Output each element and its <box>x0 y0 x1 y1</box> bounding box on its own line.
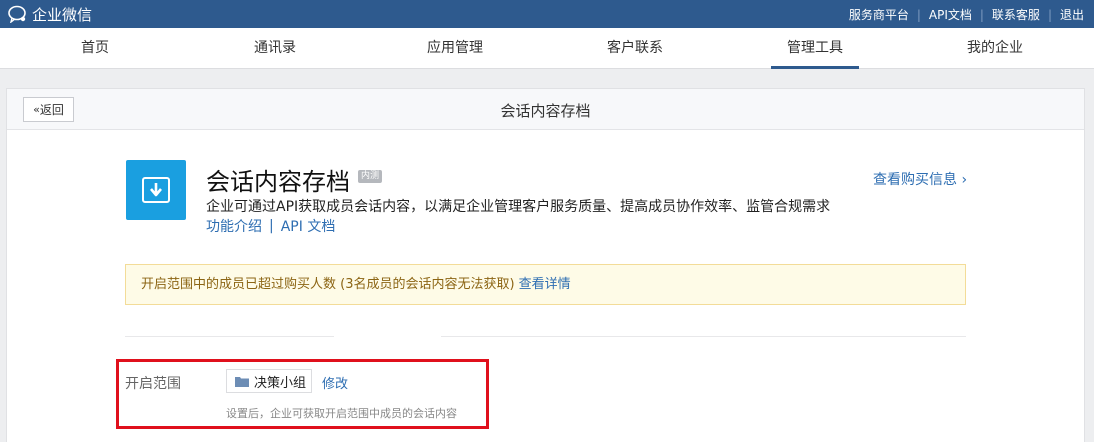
feature-intro-link[interactable]: 功能介绍 <box>206 216 262 236</box>
chevron-right-icon: › <box>961 172 968 188</box>
tab-home[interactable]: 首页 <box>51 28 139 69</box>
tab-contacts[interactable]: 通讯录 <box>231 28 319 69</box>
divider <box>125 336 334 337</box>
main-nav: 首页 通讯录 应用管理 客户联系 管理工具 我的企业 <box>0 28 1094 69</box>
tab-my-enterprise[interactable]: 我的企业 <box>951 28 1039 69</box>
app-description: 企业可通过API获取成员会话内容，以满足企业管理客户服务质量、提高成员协作效率、… <box>206 199 831 215</box>
wecom-logo-icon <box>8 5 26 23</box>
view-details-link[interactable]: 查看详情 <box>519 277 571 292</box>
warning-notice: 开启范围中的成员已超过购买人数 (3名成员的会话内容无法获取) 查看详情 <box>125 264 966 305</box>
brand[interactable]: 企业微信 <box>8 4 92 24</box>
purchase-info-label: 查看购买信息 <box>873 172 957 188</box>
logout-link[interactable]: 退出 <box>1060 6 1084 23</box>
beta-badge: 内测 <box>358 170 383 183</box>
separator: | <box>269 218 274 234</box>
api-docs-link[interactable]: API文档 <box>929 6 972 23</box>
divider <box>441 336 966 337</box>
panel-header: ‹‹ 返回 会话内容存档 <box>7 89 1084 130</box>
tab-customer-contact[interactable]: 客户联系 <box>591 28 679 69</box>
app-name: 会话内容存档 <box>206 168 350 196</box>
separator: | <box>916 7 921 22</box>
contact-support-link[interactable]: 联系客服 <box>992 6 1040 23</box>
brand-name: 企业微信 <box>32 5 93 24</box>
app-links: 功能介绍 | API 文档 <box>206 216 335 236</box>
notice-text: 开启范围中的成员已超过购买人数 (3名成员的会话内容无法获取) <box>141 277 515 292</box>
download-box-icon <box>126 160 186 220</box>
tab-management-tools[interactable]: 管理工具 <box>771 28 859 69</box>
top-bar: 企业微信 服务商平台 | API文档 | 联系客服 | 退出 <box>0 0 1094 28</box>
separator: | <box>1047 7 1052 22</box>
top-links: 服务商平台 | API文档 | 联系客服 | 退出 <box>849 6 1084 23</box>
service-platform-link[interactable]: 服务商平台 <box>849 6 909 23</box>
purchase-info-link[interactable]: 查看购买信息 › <box>873 169 967 189</box>
tab-app-management[interactable]: 应用管理 <box>411 28 499 69</box>
api-doc-link[interactable]: API 文档 <box>281 216 336 236</box>
highlight-box <box>116 359 489 429</box>
page-title: 会话内容存档 <box>500 102 591 120</box>
separator: | <box>979 7 984 22</box>
